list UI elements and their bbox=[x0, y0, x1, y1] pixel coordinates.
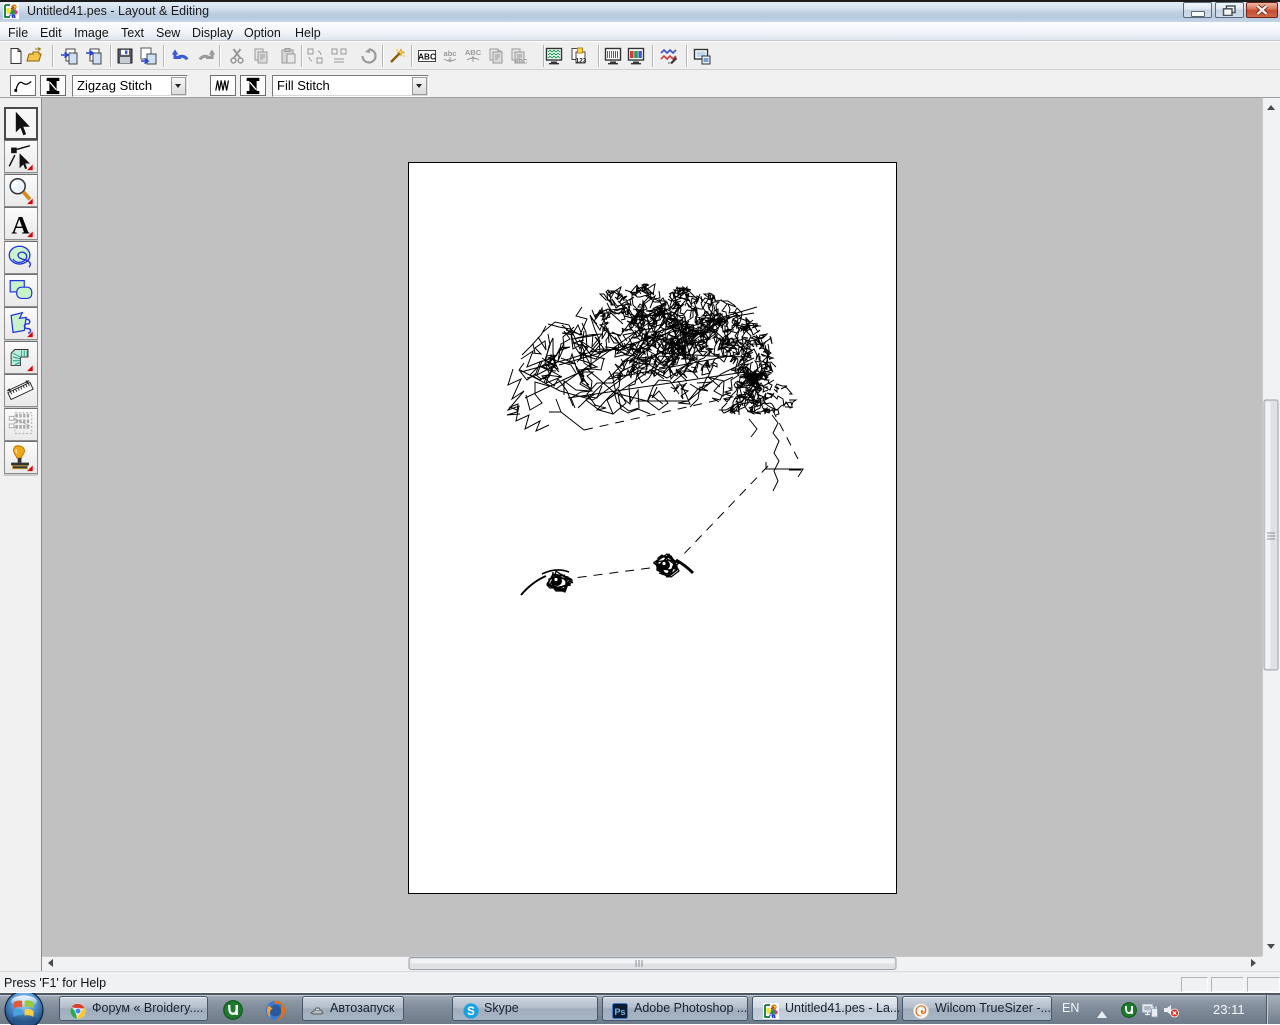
svg-text:abc: abc bbox=[444, 49, 457, 58]
svg-text:S: S bbox=[467, 1006, 475, 1018]
svg-text:123: 123 bbox=[576, 58, 587, 65]
svg-text:ABC: ABC bbox=[465, 48, 482, 57]
svg-text:Ps: Ps bbox=[614, 1007, 625, 1017]
svg-text:ABC: ABC bbox=[418, 52, 436, 61]
svg-text:ABC: ABC bbox=[515, 60, 528, 66]
svg-text:A: A bbox=[11, 211, 30, 238]
